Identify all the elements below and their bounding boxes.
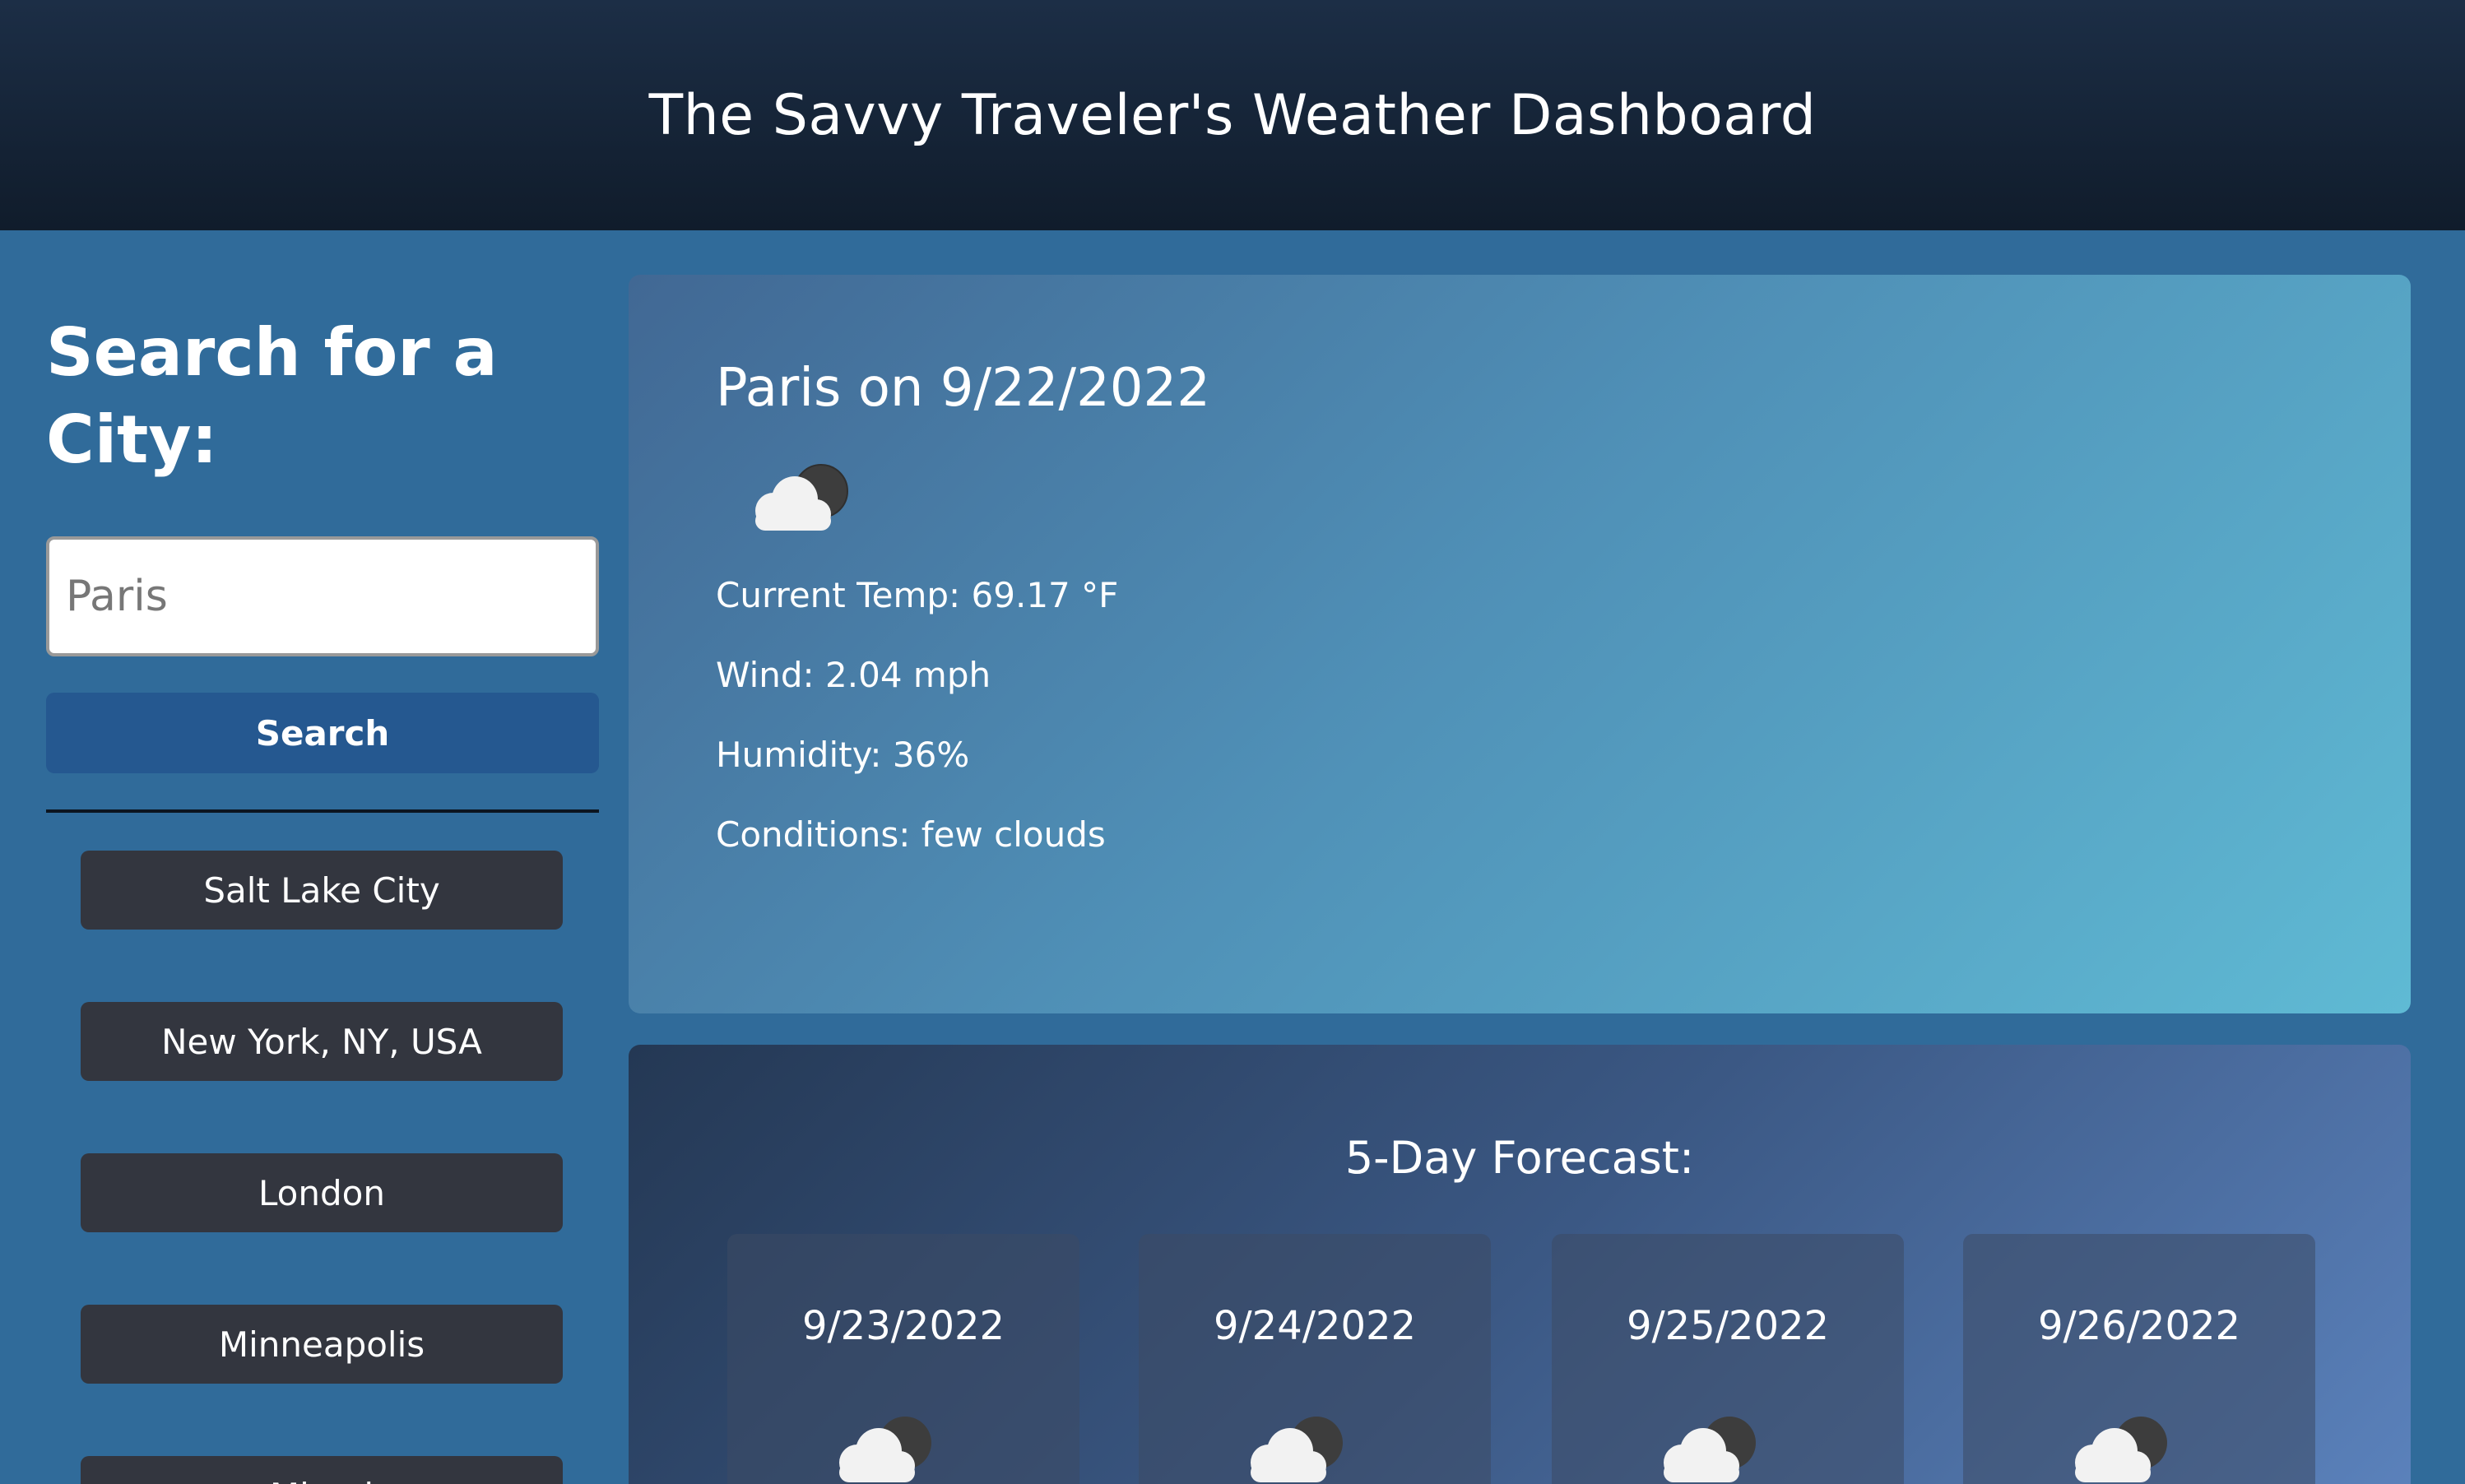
- forecast-day: 9/23/2022: [727, 1234, 1079, 1484]
- city-search-input[interactable]: [46, 536, 599, 656]
- few-clouds-night-icon: [1649, 1408, 1764, 1484]
- few-clouds-night-icon: [740, 457, 856, 539]
- search-button[interactable]: Search: [46, 693, 599, 773]
- history-item-new-york[interactable]: New York, NY, USA: [81, 1002, 563, 1081]
- current-weather-card: Paris on 9/22/2022 Current Temp: 69.17 °…: [629, 275, 2411, 1013]
- sidebar: Search for a City: Search Salt Lake City…: [46, 309, 599, 1484]
- history-item-salt-lake-city[interactable]: Salt Lake City: [81, 851, 563, 930]
- search-heading: Search for a City:: [46, 314, 498, 478]
- few-clouds-night-icon: [2060, 1408, 2175, 1484]
- forecast-day: 9/26/2022: [1963, 1234, 2315, 1484]
- current-conditions: Conditions: few clouds: [716, 814, 1106, 855]
- forecast-day: 9/25/2022: [1552, 1234, 1904, 1484]
- page-title: The Savvy Traveler's Weather Dashboard: [648, 82, 1817, 148]
- current-weather-title: Paris on 9/22/2022: [716, 358, 1210, 419]
- forecast-date: 9/24/2022: [1213, 1303, 1417, 1349]
- history-item-miami[interactable]: Miami: [81, 1456, 563, 1484]
- app-header: The Savvy Traveler's Weather Dashboard: [0, 0, 2465, 230]
- forecast-day: 9/24/2022: [1139, 1234, 1491, 1484]
- sidebar-divider: [46, 809, 599, 813]
- forecast-title: 5-Day Forecast:: [1344, 1132, 1695, 1184]
- current-humidity: Humidity: 36%: [716, 734, 970, 775]
- few-clouds-night-icon: [1236, 1408, 1351, 1484]
- forecast-date: 9/26/2022: [2037, 1303, 2241, 1349]
- forecast-date: 9/23/2022: [801, 1303, 1005, 1349]
- history-item-london[interactable]: London: [81, 1153, 563, 1232]
- current-wind: Wind: 2.04 mph: [716, 654, 991, 695]
- history-item-minneapolis[interactable]: Minneapolis: [81, 1305, 563, 1384]
- few-clouds-night-icon: [824, 1408, 940, 1484]
- forecast-card: 5-Day Forecast: 9/23/2022 9/24/2022 9/25…: [629, 1045, 2411, 1484]
- forecast-date: 9/25/2022: [1626, 1303, 1830, 1349]
- current-temp: Current Temp: 69.17 °F: [716, 574, 1119, 615]
